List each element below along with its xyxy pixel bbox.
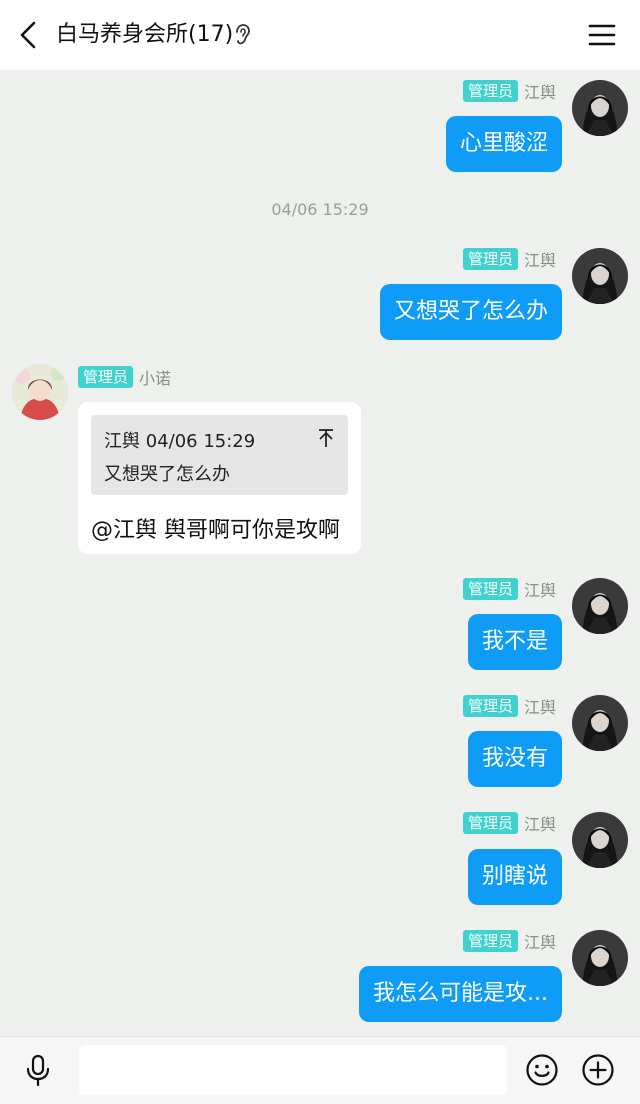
avatar[interactable] <box>572 695 628 751</box>
chat-header: 白马养身会所(17) <box>0 0 640 70</box>
admin-badge: 管理员 <box>462 248 518 270</box>
sender-name[interactable]: 江舆 <box>524 811 556 835</box>
avatar[interactable] <box>572 80 628 136</box>
back-button[interactable] <box>12 17 48 53</box>
message-bubble[interactable]: 心里酸涩 <box>445 116 562 172</box>
message-meta: 管理员 江舆 <box>462 929 556 953</box>
quoted-message-header: 江舆 04/06 15:29 <box>104 431 256 452</box>
message-meta: 管理员 江舆 <box>462 811 556 835</box>
message-meta: 管理员 江舆 <box>462 577 556 601</box>
admin-badge: 管理员 <box>462 80 518 102</box>
message-input[interactable] <box>79 1045 507 1095</box>
message-list[interactable]: 管理员 江舆 心里酸涩 04/06 15:29 管理员 江舆 又想哭了怎么办 管… <box>0 70 640 1036</box>
message-bubble[interactable]: 我不是 <box>467 614 562 670</box>
message-meta: 管理员 小诺 <box>78 365 171 389</box>
message-meta: 管理员 江舆 <box>462 247 556 271</box>
admin-badge: 管理员 <box>78 366 134 388</box>
sender-name[interactable]: 江舆 <box>524 929 556 953</box>
quoted-message[interactable]: 江舆 04/06 15:29 又想哭了怎么办 <box>91 415 348 495</box>
message-bubble[interactable]: 我怎么可能是攻... <box>359 966 562 1022</box>
message-bubble[interactable]: 又想哭了怎么办 <box>379 284 562 340</box>
admin-badge: 管理员 <box>462 578 518 600</box>
message-meta: 管理员 江舆 <box>462 79 556 103</box>
avatar[interactable] <box>572 248 628 304</box>
sender-name[interactable]: 江舆 <box>524 247 556 271</box>
chat-title[interactable]: 白马养身会所(17) <box>56 0 233 70</box>
menu-button[interactable] <box>586 19 618 51</box>
message-text: @江舆 舆哥啊可你是攻啊 <box>91 518 340 543</box>
input-bar <box>0 1036 640 1104</box>
admin-badge: 管理员 <box>462 812 518 834</box>
quoted-message-text: 又想哭了怎么办 <box>104 464 230 485</box>
voice-button[interactable] <box>22 1053 54 1087</box>
sender-name[interactable]: 江舆 <box>524 577 556 601</box>
ear-icon[interactable] <box>232 23 252 47</box>
sender-name[interactable]: 江舆 <box>524 694 556 718</box>
avatar[interactable] <box>572 812 628 868</box>
more-button[interactable] <box>581 1053 615 1087</box>
message-meta: 管理员 江舆 <box>462 694 556 718</box>
avatar[interactable] <box>572 578 628 634</box>
sender-name[interactable]: 小诺 <box>139 365 171 389</box>
message-bubble[interactable]: 我没有 <box>467 731 562 787</box>
reply-message-bubble[interactable]: 江舆 04/06 15:29 又想哭了怎么办 @江舆 舆哥啊可你是攻啊 <box>78 402 361 554</box>
emoji-button[interactable] <box>525 1053 559 1087</box>
sender-name[interactable]: 江舆 <box>524 79 556 103</box>
jump-to-original-icon[interactable] <box>316 427 336 449</box>
message-bubble[interactable]: 别瞎说 <box>467 849 562 905</box>
message-timestamp: 04/06 15:29 <box>271 200 369 219</box>
avatar[interactable] <box>12 364 68 420</box>
avatar[interactable] <box>572 930 628 986</box>
admin-badge: 管理员 <box>462 930 518 952</box>
admin-badge: 管理员 <box>462 695 518 717</box>
